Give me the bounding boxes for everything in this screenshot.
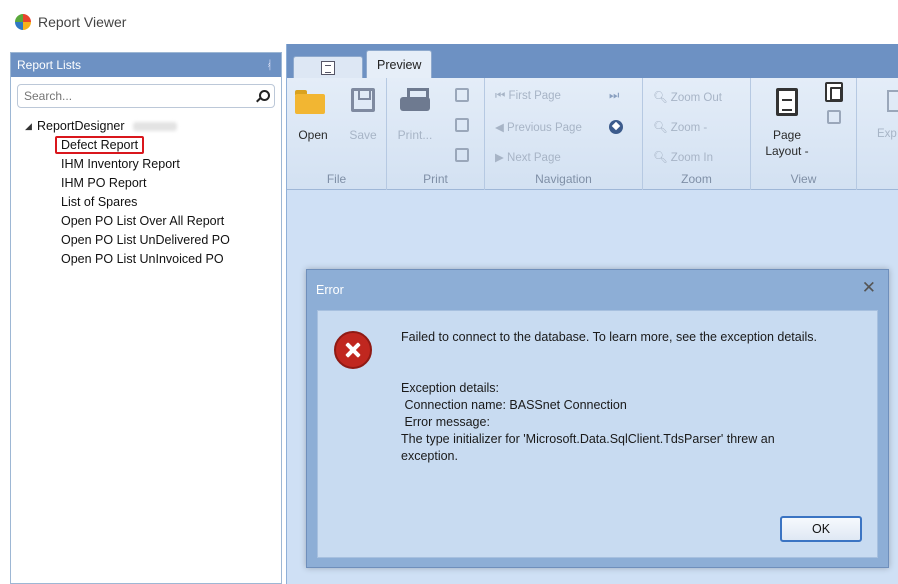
error-dialog: Error ✕ Failed to connect to the databas… bbox=[306, 269, 889, 568]
tree-item-label: List of Spares bbox=[61, 195, 138, 209]
tree-item-list-of-spares[interactable]: List of Spares bbox=[61, 193, 281, 212]
tree-item-label: Open PO List Over All Report bbox=[61, 214, 225, 228]
connection-name: Connection name: BASSnet Connection bbox=[401, 398, 627, 412]
export-label[interactable]: Exp bbox=[877, 128, 897, 140]
ribbon-group-file: Open Save File bbox=[287, 78, 387, 190]
open-label: Open bbox=[298, 128, 328, 142]
last-page-icon[interactable]: ⏭ bbox=[609, 90, 619, 103]
close-icon[interactable]: ✕ bbox=[862, 278, 876, 298]
zoom-out-button[interactable]: 🔍︎ Zoom Out bbox=[653, 90, 722, 104]
group-label-file: File bbox=[326, 172, 347, 186]
error-detail-line-2: exception. bbox=[401, 449, 458, 463]
open-folder-icon bbox=[295, 90, 325, 114]
pin-icon[interactable]: ᚮ bbox=[266, 58, 273, 72]
document-icon bbox=[776, 88, 798, 116]
tree-item-label: Open PO List UnDelivered PO bbox=[61, 233, 230, 247]
previous-page-label: Previous Page bbox=[507, 122, 582, 134]
search-box[interactable] bbox=[17, 84, 275, 108]
dialog-body: Failed to connect to the database. To le… bbox=[317, 310, 878, 558]
tree-item-label: IHM PO Report bbox=[61, 176, 147, 190]
ribbon-group-zoom: 🔍︎ Zoom Out 🔍︎ Zoom - 🔍︎ Zoom In Zoom bbox=[643, 78, 751, 190]
first-page-button[interactable]: ⏮ First Page bbox=[495, 90, 561, 103]
title-bar: Report Viewer bbox=[0, 0, 898, 44]
go-to-page-icon[interactable] bbox=[609, 120, 623, 134]
ok-button[interactable]: OK bbox=[780, 516, 862, 542]
window-title: Report Viewer bbox=[38, 14, 127, 30]
export-icon[interactable] bbox=[887, 90, 898, 112]
ribbon-group-view: Page Layout - View bbox=[751, 78, 857, 190]
print-label: Print... bbox=[397, 128, 433, 142]
next-page-label: Next Page bbox=[507, 152, 561, 164]
group-label-navigation: Navigation bbox=[535, 172, 592, 186]
tab-document-map[interactable] bbox=[293, 56, 363, 78]
zoom-out-label: Zoom Out bbox=[670, 92, 722, 104]
panel-header: Report Lists ᚮ bbox=[11, 53, 281, 77]
save-label: Save bbox=[349, 128, 377, 142]
scale-icon[interactable] bbox=[455, 148, 469, 162]
tab-strip: Preview bbox=[287, 44, 898, 78]
redacted-tag bbox=[132, 121, 177, 131]
tree-item-open-po-overall[interactable]: Open PO List Over All Report bbox=[61, 212, 281, 231]
exception-details-header: Exception details: bbox=[401, 381, 499, 395]
tree-item-open-po-undelivered[interactable]: Open PO List UnDelivered PO bbox=[61, 231, 281, 250]
zoom-in-label: Zoom In bbox=[670, 152, 713, 164]
quick-print-icon[interactable] bbox=[455, 88, 469, 102]
printer-icon bbox=[400, 88, 430, 116]
zoom-dropdown[interactable]: 🔍︎ Zoom - bbox=[653, 120, 707, 134]
error-detail-line-1: The type initializer for 'Microsoft.Data… bbox=[401, 432, 775, 446]
zoom-label: Zoom - bbox=[670, 122, 708, 134]
error-icon bbox=[334, 331, 372, 369]
page-setup-icon[interactable] bbox=[455, 118, 469, 132]
tab-preview[interactable]: Preview bbox=[366, 50, 433, 78]
report-lists-panel: Report Lists ᚮ ◢ ReportDesigner Defect R… bbox=[10, 52, 282, 584]
tree-children: Defect Report IHM Inventory Report IHM P… bbox=[25, 136, 281, 269]
dialog-message-area: Failed to connect to the database. To le… bbox=[401, 329, 871, 465]
tree-item-label: Open PO List UnInvoiced PO bbox=[61, 252, 224, 266]
app-logo-icon bbox=[15, 14, 31, 30]
ribbon-group-print: Print... Print bbox=[387, 78, 485, 190]
tree-item-ihm-po-report[interactable]: IHM PO Report bbox=[61, 174, 281, 193]
group-label-print: Print bbox=[423, 172, 448, 186]
search-icon[interactable] bbox=[256, 90, 270, 102]
page-layout-label-2: Layout - bbox=[765, 144, 809, 158]
dialog-title: Error bbox=[316, 283, 344, 297]
ribbon-group-export: Exp bbox=[857, 78, 898, 190]
previous-page-button[interactable]: ◀ Previous Page bbox=[495, 120, 582, 134]
zoom-in-button[interactable]: 🔍︎ Zoom In bbox=[653, 150, 713, 164]
next-page-button[interactable]: ▶ Next Page bbox=[495, 150, 561, 164]
ribbon: Open Save File Print... Print ⏮ First Pa… bbox=[287, 78, 898, 190]
tree-item-label: IHM Inventory Report bbox=[61, 157, 180, 171]
tree-item-label: Defect Report bbox=[55, 136, 145, 154]
error-message-label: Error message: bbox=[401, 415, 490, 429]
report-tree: ◢ ReportDesigner Defect Report IHM Inven… bbox=[11, 108, 281, 269]
save-icon bbox=[351, 88, 375, 112]
group-label-zoom: Zoom bbox=[681, 172, 712, 186]
tree-item-ihm-inventory-report[interactable]: IHM Inventory Report bbox=[61, 155, 281, 174]
collapse-arrow-icon[interactable]: ◢ bbox=[25, 121, 37, 132]
first-page-label: First Page bbox=[508, 90, 561, 102]
tree-root[interactable]: ◢ ReportDesigner bbox=[25, 118, 281, 134]
search-input[interactable] bbox=[24, 89, 256, 103]
document-map-icon bbox=[321, 60, 335, 75]
panel-title: Report Lists bbox=[17, 58, 82, 72]
error-message: Failed to connect to the database. To le… bbox=[401, 330, 818, 344]
tree-item-open-po-uninvoiced[interactable]: Open PO List UnInvoiced PO bbox=[61, 250, 281, 269]
group-label-view: View bbox=[790, 172, 817, 186]
ribbon-group-navigation: ⏮ First Page ⏭ ◀ Previous Page ▶ Next Pa… bbox=[485, 78, 643, 190]
multi-page-icon[interactable] bbox=[827, 110, 841, 124]
page-layout-label-1: Page bbox=[772, 128, 802, 142]
tree-item-defect-report[interactable]: Defect Report bbox=[55, 136, 281, 155]
tree-root-label: ReportDesigner bbox=[37, 119, 125, 133]
single-page-toggle-icon[interactable] bbox=[825, 82, 843, 102]
